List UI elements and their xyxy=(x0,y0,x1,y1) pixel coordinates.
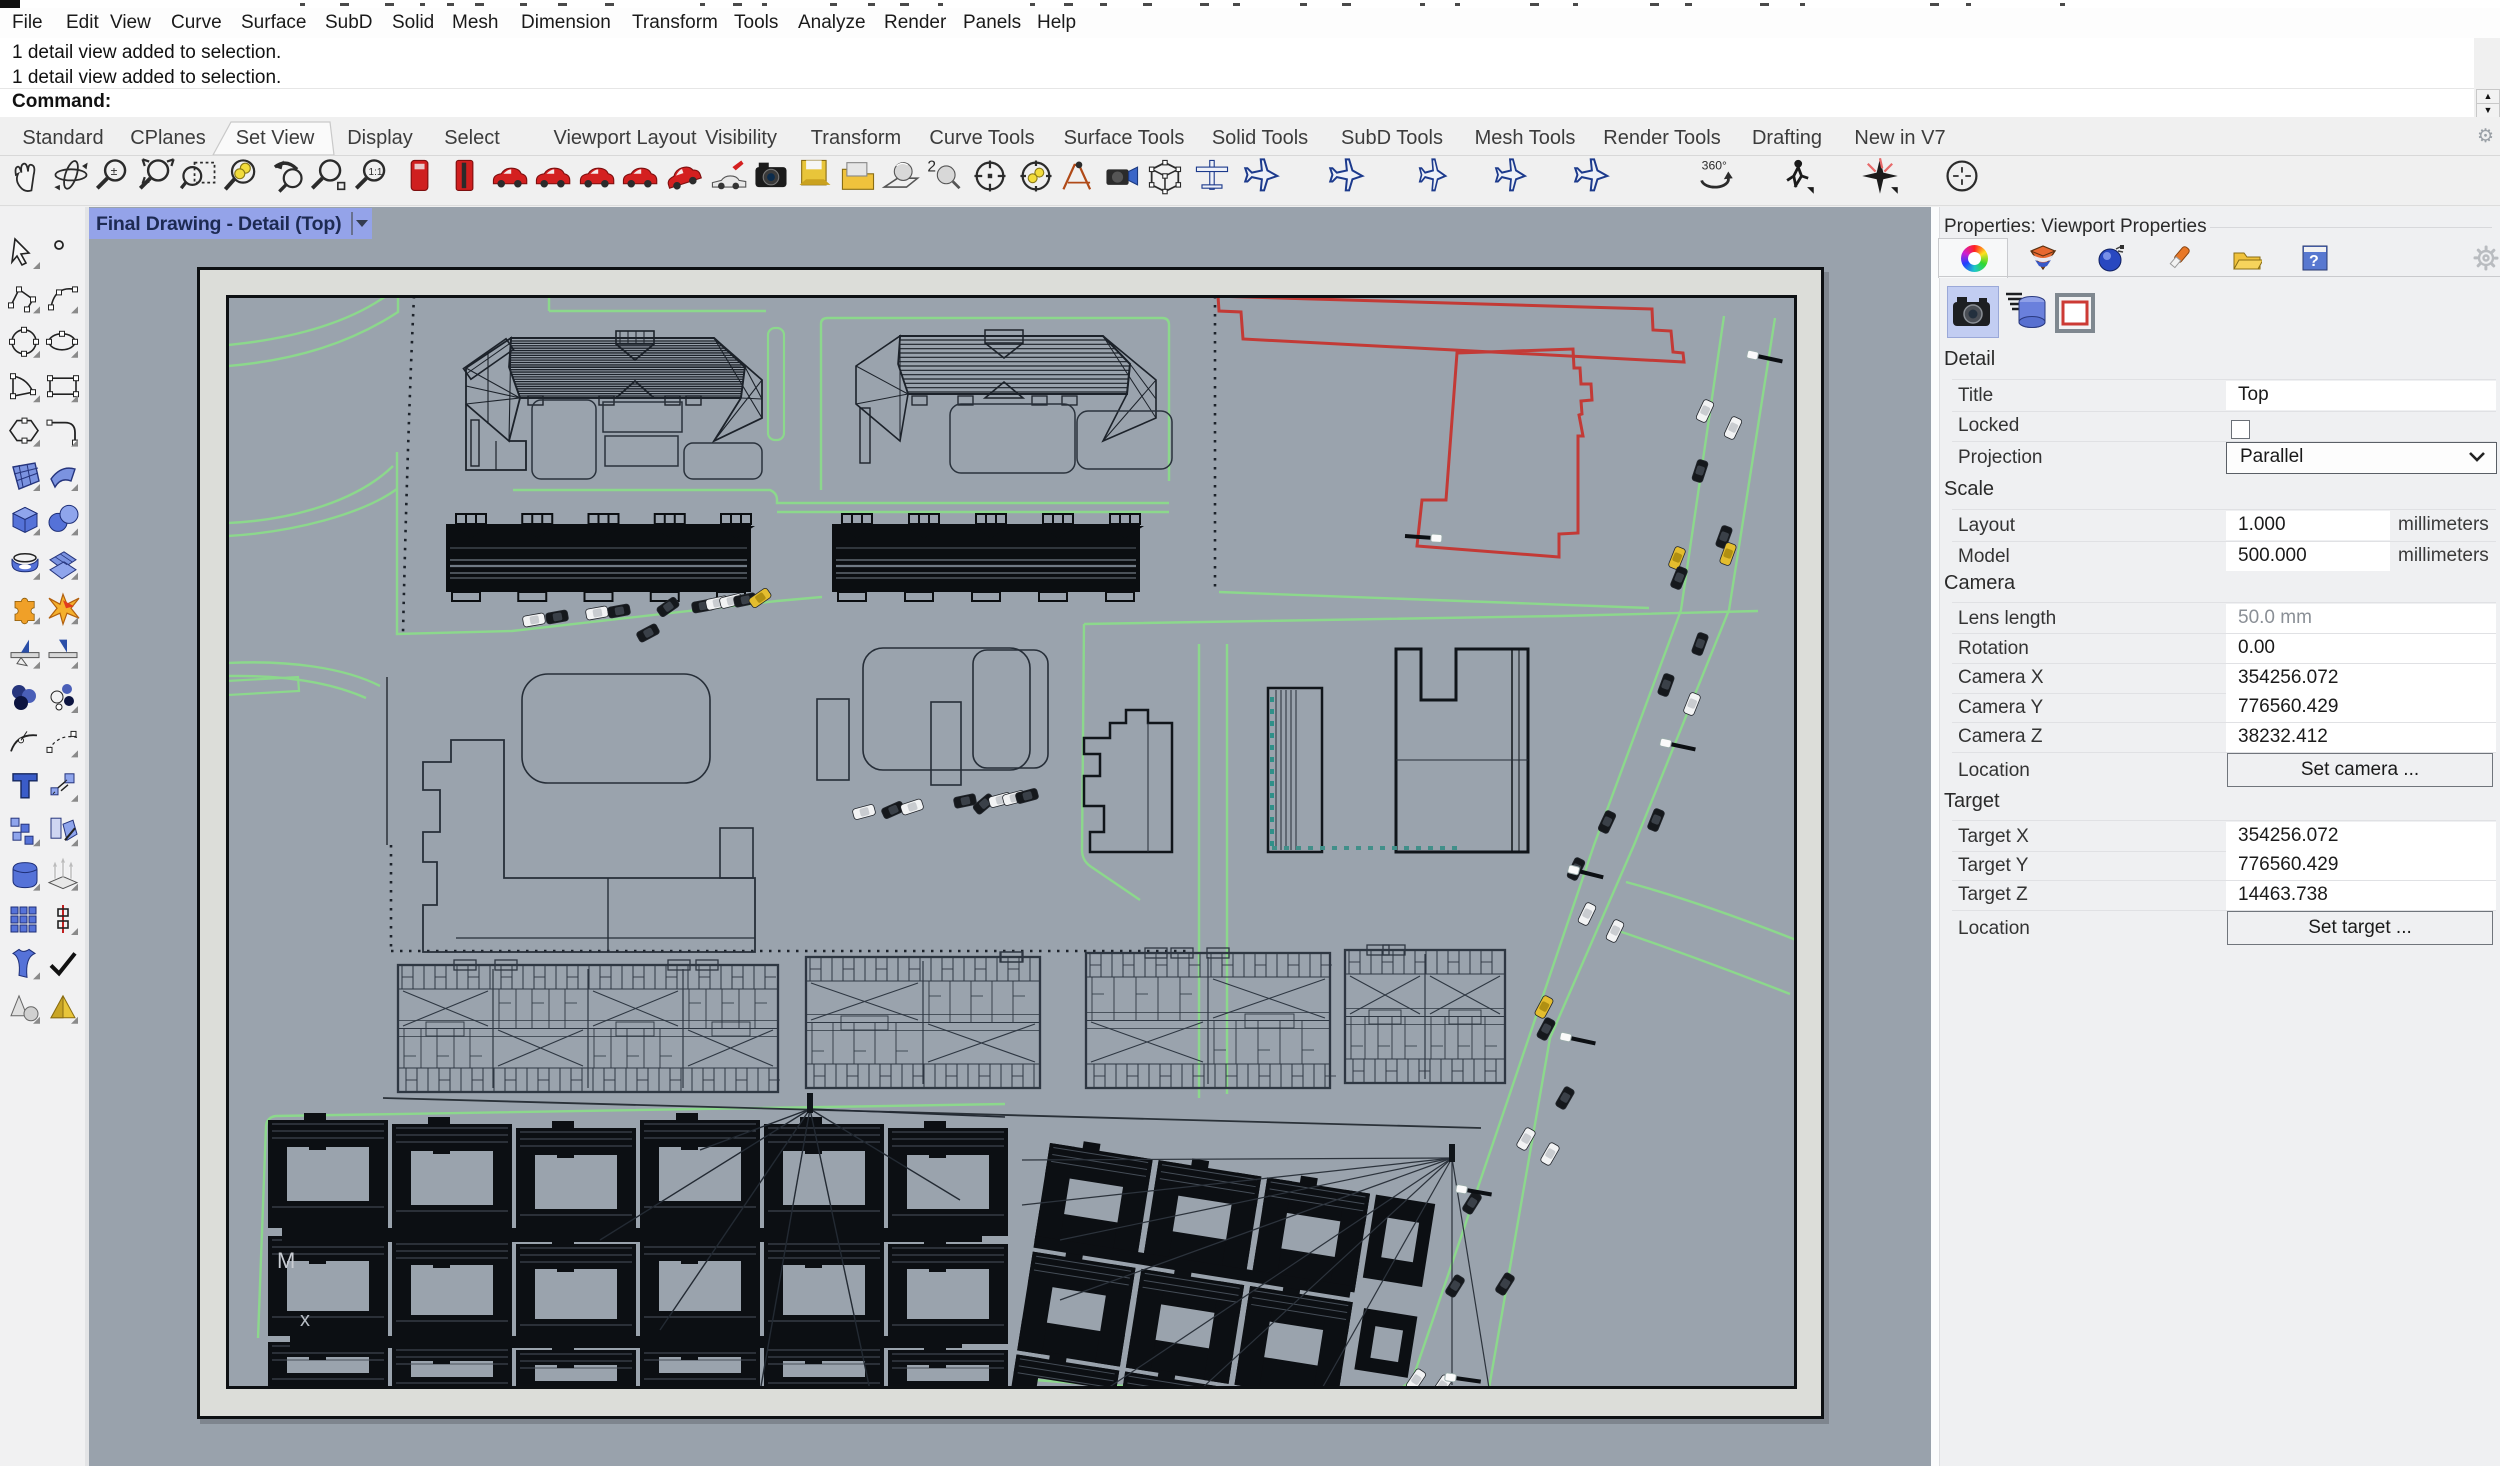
svg-text:x: x xyxy=(300,1309,310,1331)
svg-text:1:1: 1:1 xyxy=(369,167,383,178)
svg-text:M: M xyxy=(277,1248,295,1273)
svg-text:±: ± xyxy=(111,164,118,178)
svg-text:360°: 360° xyxy=(1702,158,1727,172)
svg-text:?: ? xyxy=(2309,253,2319,270)
svg-text:Final Drawing - Detail (Top): Final Drawing - Detail (Top) xyxy=(96,213,341,235)
svg-text:2: 2 xyxy=(927,159,936,176)
